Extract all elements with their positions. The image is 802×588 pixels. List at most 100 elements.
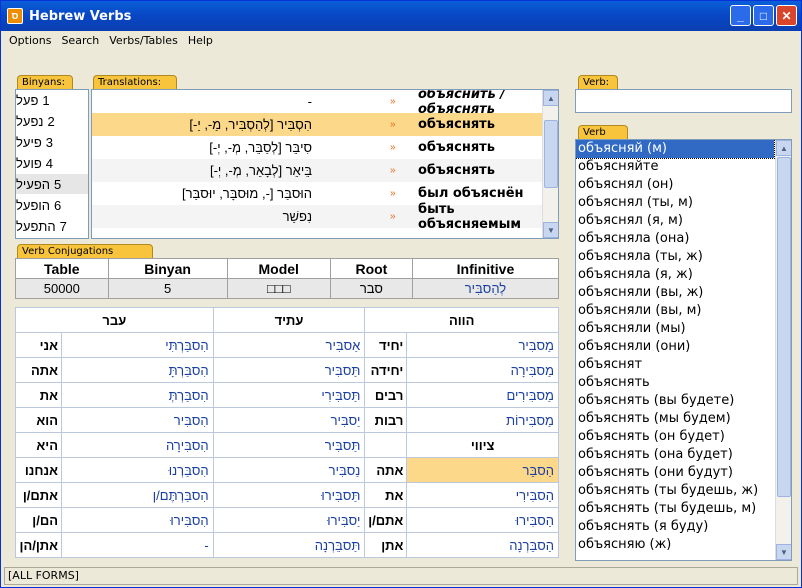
arrow-icon: »: [390, 119, 396, 130]
scroll-up-icon[interactable]: ▲: [776, 140, 791, 156]
present-form: מַסבִּירוֹת: [406, 407, 559, 433]
past-pronoun: הוא: [15, 407, 62, 433]
past-pronoun: אתן/הן: [15, 532, 62, 558]
binyan-number: 5: [54, 176, 62, 192]
menu-search[interactable]: Search: [56, 34, 104, 47]
verb-list-item[interactable]: объясняйте: [576, 158, 774, 176]
future-form: אַסבִּיר: [212, 332, 366, 358]
verb-list-item[interactable]: объяснять (ты будешь, м): [576, 500, 774, 518]
menu-help[interactable]: Help: [183, 34, 218, 47]
verb-list-item[interactable]: объяснять (она будет): [576, 446, 774, 464]
translation-hebrew: נִפשַׁר: [282, 209, 312, 224]
binyan-name: נפעל: [16, 113, 44, 129]
binyan-item[interactable]: 1 פעל: [16, 90, 88, 111]
verb-list-item[interactable]: объясняй (м): [576, 140, 775, 159]
verb-label: Verb:: [578, 75, 618, 89]
translation-row[interactable]: נִפשַׁר » быть объясняемым: [92, 202, 542, 232]
binyan-number: 2: [47, 113, 55, 129]
verb-list-item[interactable]: объяснять (ты будешь, ж): [576, 482, 774, 500]
present-form: מַסבִּיר: [406, 332, 559, 358]
verb-info-table: Table Binyan Model Root Infinitive 50000 5 □□□…: [15, 258, 560, 299]
menu-options[interactable]: Options: [4, 34, 56, 47]
conjugations-label: Verb Conjugations Forms:: [17, 244, 153, 270]
imperative-form: הַסבֵּרְנָה: [406, 532, 559, 558]
past-pronoun: אתה: [15, 357, 62, 383]
verb-list-item[interactable]: объясняю (ж): [576, 536, 774, 554]
verb-list-item[interactable]: объяснять: [576, 374, 774, 392]
translation-row[interactable]: הִסְבִּיר [לְהַסְבִּיר, מַ-, יַ-] » объясн…: [92, 113, 542, 136]
binyan-number: 7: [59, 218, 67, 234]
present-pronoun: רבות: [364, 407, 408, 433]
scroll-down-icon[interactable]: ▼: [776, 544, 791, 560]
binyan-item[interactable]: 3 פיעל: [16, 132, 88, 153]
conj-row: היא הִסבִּירָה תַּסבִּיר ציווי: [15, 432, 559, 458]
binyan-name: פיעל: [16, 134, 42, 150]
verb-list-item[interactable]: объясняли (вы, ж): [576, 284, 774, 302]
imperative-pronoun: אתה: [364, 457, 408, 483]
future-form: יַסבִּיר: [212, 407, 366, 433]
verb-list-item[interactable]: объясняла (она): [576, 230, 774, 248]
translation-row[interactable]: בֵּיאֵר [לְבָאֵר, מְ-, יְ-] » объяснять: [92, 159, 542, 182]
translation-russian: объяснять: [418, 140, 495, 155]
window-title: Hebrew Verbs: [29, 8, 132, 24]
maximize-button[interactable]: □: [753, 5, 774, 26]
binyan-name: התפעל: [16, 218, 56, 234]
verb-list-item[interactable]: объясняла (я, ж): [576, 266, 774, 284]
info-header: Binyan: [107, 258, 228, 279]
translation-row[interactable]: -» объяснить / объяснять: [92, 90, 542, 117]
app-window: ס Hebrew Verbs _ □ ✕ Options Search Verb…: [0, 0, 802, 588]
binyan-number: 3: [45, 134, 53, 150]
binyan-item[interactable]: 5 הפעיל: [16, 174, 88, 195]
past-pronoun: הם/ן: [15, 507, 62, 533]
binyan-name: הופעל: [16, 197, 50, 213]
verb-list-item[interactable]: объяснять (он будет): [576, 428, 774, 446]
future-form: נַסבִּיר: [212, 457, 366, 483]
verb-list-item[interactable]: объяснят: [576, 356, 774, 374]
verb-list-item[interactable]: объяснять (они будут): [576, 464, 774, 482]
present-form: מַסבִּירִים: [406, 382, 559, 408]
binyan-name: הפעיל: [16, 176, 50, 192]
verb-list-item[interactable]: объясняли (вы, м): [576, 302, 774, 320]
verb-input[interactable]: [575, 89, 792, 113]
verblist-scrollbar[interactable]: ▲ ▼: [775, 140, 791, 560]
binyans-list: 1 פעל 2 נפעל 3 פיעל 4 פועל 5 הפעיל 6 הופעל 7 התפעל: [15, 89, 89, 239]
scroll-thumb[interactable]: [544, 120, 558, 188]
verb-list-item[interactable]: объяснял (ты, м): [576, 194, 774, 212]
past-pronoun: אתם/ן: [15, 482, 62, 508]
binyan-item[interactable]: 4 פועל: [16, 153, 88, 174]
verb-list-item[interactable]: объясняли (мы): [576, 320, 774, 338]
title-bar[interactable]: ס Hebrew Verbs _ □ ✕: [1, 1, 801, 31]
binyan-item[interactable]: 6 הופעל: [16, 195, 88, 216]
verb-list-item[interactable]: объясняли (они): [576, 338, 774, 356]
menu-verbs-tables[interactable]: Verbs/Tables: [104, 34, 183, 47]
past-pronoun: אנחנו: [15, 457, 62, 483]
conj-row: אתה הִסבַּרְתָּ תַּסבִּיר יחידה מַסבִּירָה: [15, 357, 559, 383]
past-form: הִסבַּרְתִּי: [60, 332, 214, 358]
scroll-down-icon[interactable]: ▼: [543, 222, 558, 238]
verb-list-item[interactable]: объясняла (ты, ж): [576, 248, 774, 266]
translation-russian: объяснять: [418, 163, 495, 178]
future-form: תַּסבִּירִי: [212, 382, 366, 408]
arrow-icon: »: [390, 142, 396, 153]
binyan-number: 4: [45, 155, 53, 171]
arrow-icon: »: [390, 188, 396, 199]
info-value: 50000: [15, 278, 109, 299]
binyan-item[interactable]: 7 התפעל: [16, 216, 88, 237]
binyan-item[interactable]: 2 נפעל: [16, 111, 88, 132]
scroll-up-icon[interactable]: ▲: [543, 90, 558, 106]
past-form: הִסבִּירוּ: [60, 507, 214, 533]
verb-list-item[interactable]: объяснять (вы будете): [576, 392, 774, 410]
verb-list: объясняй (м) объясняйте объяснял (он) объяс…: [575, 139, 792, 561]
binyan-number: 6: [54, 197, 62, 213]
verb-list-item[interactable]: объяснять (мы будем): [576, 410, 774, 428]
verb-list-item[interactable]: объяснял (он): [576, 176, 774, 194]
imperative-form: הַסבֵּר: [406, 457, 559, 483]
translation-row[interactable]: סִיבֵּר [לְסַבֵּר, מְ-, יְ-] » объяснять: [92, 136, 542, 159]
scroll-thumb[interactable]: [777, 157, 791, 497]
info-header: Table: [15, 258, 109, 279]
close-button[interactable]: ✕: [776, 5, 797, 26]
minimize-button[interactable]: _: [730, 5, 751, 26]
verb-list-item[interactable]: объяснял (я, м): [576, 212, 774, 230]
verb-list-item[interactable]: объяснять (я буду): [576, 518, 774, 536]
translations-scrollbar[interactable]: ▲ ▼: [542, 90, 558, 238]
